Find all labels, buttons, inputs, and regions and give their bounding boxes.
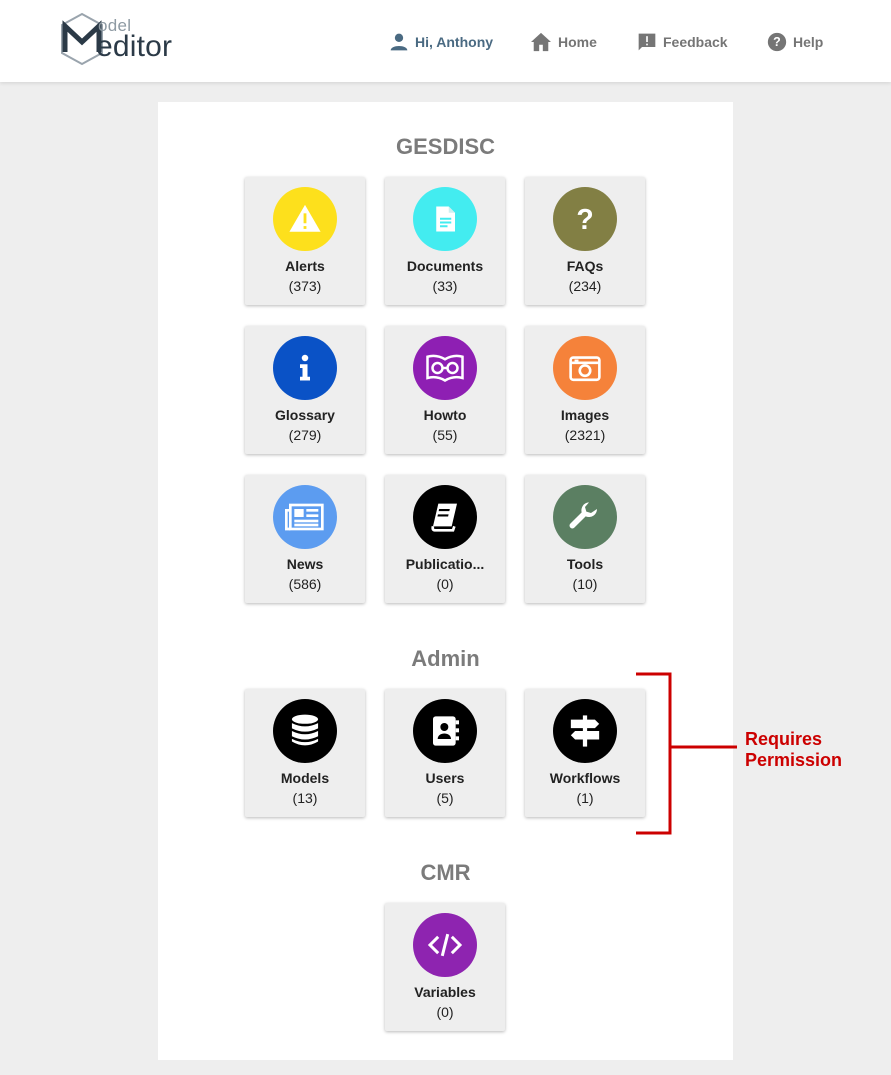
tile-icon-circle: ? (553, 187, 617, 251)
top-header: odel editor Hi, Anthony Home Feedback ? … (0, 0, 891, 82)
tile-count: (33) (432, 278, 458, 294)
tile-icon-circle (273, 485, 337, 549)
help-label: Help (793, 34, 824, 50)
tile-label: Howto (423, 407, 467, 423)
warning-icon (289, 204, 321, 232)
book-glasses-icon (426, 354, 464, 382)
person-icon (390, 33, 408, 51)
database-icon (291, 714, 319, 746)
newspaper-icon (285, 503, 324, 531)
tile-count: (234) (568, 278, 602, 294)
tile-count: (13) (292, 790, 318, 806)
tile-models[interactable]: Models (13) (245, 689, 365, 817)
tile-label: Alerts (285, 258, 325, 274)
help-icon: ? (767, 32, 787, 52)
svg-text:?: ? (773, 35, 781, 49)
tile-label: Variables (414, 984, 476, 1000)
tile-label: FAQs (566, 258, 604, 274)
tile-users[interactable]: Users (5) (385, 689, 505, 817)
wrench-icon (569, 502, 598, 529)
home-label: Home (558, 34, 597, 50)
tile-count: (373) (288, 278, 322, 294)
tile-count: (0) (436, 1004, 454, 1020)
model-editor-logo[interactable]: odel editor (60, 12, 180, 68)
code-icon (427, 933, 463, 957)
tile-label: Workflows (549, 770, 621, 786)
tile-label: Publicatio... (405, 556, 485, 572)
tile-documents[interactable]: Documents (33) (385, 177, 505, 305)
tile-publications[interactable]: Publicatio... (0) (385, 475, 505, 603)
tile-alerts[interactable]: Alerts (373) (245, 177, 365, 305)
publication-icon (431, 503, 457, 532)
tile-icon-circle (273, 336, 337, 400)
tile-icon-circle (413, 699, 477, 763)
tile-count: (10) (572, 576, 598, 592)
feedback-icon (638, 33, 656, 51)
user-greeting-link[interactable]: Hi, Anthony (389, 30, 493, 54)
tile-icon-circle (413, 913, 477, 977)
tile-count: (1) (576, 790, 594, 806)
tile-count: (0) (436, 576, 454, 592)
tile-count: (5) (436, 790, 454, 806)
tile-variables[interactable]: Variables (0) (385, 903, 505, 1031)
section-title-gesdisc: GESDISC (395, 134, 496, 159)
tile-label: Documents (406, 258, 484, 274)
tile-label: Tools (566, 556, 604, 572)
tile-icon-circle (553, 699, 617, 763)
tile-howto[interactable]: Howto (55) (385, 326, 505, 454)
tile-icon-circle (273, 699, 337, 763)
tile-icon-circle (413, 187, 477, 251)
info-icon (300, 354, 310, 381)
tile-count: (2321) (564, 427, 606, 443)
feedback-label: Feedback (663, 34, 728, 50)
annotation-line-2: Permission (745, 750, 843, 770)
tile-tools[interactable]: Tools (10) (525, 475, 645, 603)
question-icon: ? (576, 204, 593, 236)
tile-icon-circle (553, 336, 617, 400)
document-icon (436, 206, 455, 232)
section-title-admin: Admin (411, 646, 480, 671)
tile-workflows[interactable]: Workflows (1) (525, 689, 645, 817)
tile-faqs[interactable]: ? FAQs (234) (525, 177, 645, 305)
svg-text:?: ? (576, 204, 593, 236)
tile-label: Glossary (275, 407, 335, 423)
camera-icon (569, 356, 601, 382)
section-title-cmr: CMR (420, 860, 471, 885)
signpost-icon (570, 715, 600, 747)
logo-text-big: editor (96, 30, 173, 63)
tile-icon-circle (413, 485, 477, 549)
tile-icon-circle (553, 485, 617, 549)
tile-count: (279) (288, 427, 322, 443)
tile-label: Images (560, 407, 610, 423)
feedback-link[interactable]: Feedback (637, 30, 728, 54)
tile-glossary[interactable]: Glossary (279) (245, 326, 365, 454)
annotation-text: Requires Permission (745, 729, 842, 771)
tile-count: (55) (432, 427, 458, 443)
tile-label: News (286, 556, 324, 572)
help-link[interactable]: ? Help (767, 30, 823, 54)
tile-label: Users (425, 770, 465, 786)
tile-icon-circle (273, 187, 337, 251)
contacts-icon (433, 716, 459, 746)
tile-count: (586) (288, 576, 322, 592)
annotation-line-1: Requires (745, 729, 823, 749)
greeting-label: Hi, Anthony (415, 34, 494, 50)
tile-images[interactable]: Images (2321) (525, 326, 645, 454)
tile-label: Models (280, 770, 330, 786)
tile-news[interactable]: News (586) (245, 475, 365, 603)
home-link[interactable]: Home (530, 30, 597, 54)
tile-icon-circle (413, 336, 477, 400)
home-icon (531, 32, 551, 52)
